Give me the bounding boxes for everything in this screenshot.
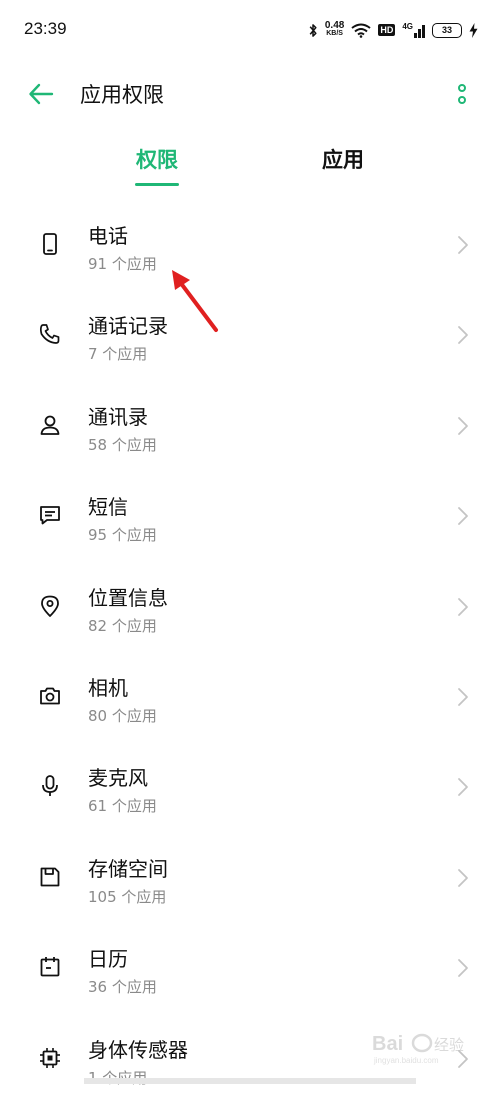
back-arrow-icon [29, 83, 54, 105]
status-bar: 23:39 0.48 KB/S HD 4G 33 [0, 0, 500, 62]
chevron-right-icon [458, 959, 468, 978]
permission-title: 通讯录 [88, 404, 148, 429]
permission-title: 日历 [88, 947, 128, 972]
baidu-watermark: Bai 经验 jingyan.baidu.com [372, 1033, 464, 1065]
hd-icon: HD [378, 24, 396, 36]
sms-icon [40, 506, 60, 525]
chevron-right-icon [458, 236, 468, 254]
permission-item-phone[interactable]: 电话 91 个应用 [0, 200, 500, 290]
phone-icon [43, 233, 57, 255]
tab-bar: 权限 应用 [0, 130, 500, 190]
permission-item-microphone[interactable]: 麦克风 61 个应用 [0, 742, 500, 832]
more-vertical-icon [458, 84, 466, 104]
bluetooth-icon [309, 23, 317, 37]
calendar-icon [40, 957, 60, 977]
permission-title: 相机 [88, 675, 128, 700]
call-log-icon [39, 324, 60, 345]
location-icon [41, 595, 59, 617]
wifi-icon [351, 23, 371, 38]
chevron-right-icon [458, 597, 468, 616]
page-title: 应用权限 [80, 83, 164, 107]
battery-level: 33 [441, 24, 452, 35]
permission-count: 58 个应用 [88, 435, 157, 454]
permission-title: 麦克风 [88, 766, 148, 791]
net-speed-value: 0.48 [324, 20, 345, 31]
svg-text:经验: 经验 [434, 1036, 464, 1054]
microphone-icon [42, 775, 58, 797]
permission-title: 电话 [88, 224, 128, 248]
signal-icon: 4G [402, 22, 425, 38]
status-time: 23:39 [24, 19, 67, 38]
net-speed: 0.48 KB/S [324, 20, 345, 38]
charging-icon [469, 22, 478, 38]
svg-text:jingyan.baidu.com: jingyan.baidu.com [373, 1056, 439, 1065]
permission-title: 通话记录 [88, 314, 168, 339]
home-indicator [84, 1078, 416, 1084]
permission-title: 位置信息 [88, 585, 168, 610]
permission-item-sms[interactable]: 短信 95 个应用 [0, 471, 500, 561]
contacts-icon [40, 415, 60, 435]
permission-item-storage[interactable]: 存储空间 105 个应用 [0, 833, 500, 923]
permission-count: 82 个应用 [88, 616, 157, 635]
status-icons: 0.48 KB/S HD 4G 33 [308, 20, 478, 40]
permission-item-calendar[interactable]: 日历 36 个应用 [0, 923, 500, 1013]
more-options-button[interactable] [448, 80, 476, 110]
chevron-right-icon [458, 326, 468, 345]
permission-item-contacts[interactable]: 通讯录 58 个应用 [0, 381, 500, 471]
permission-item-camera[interactable]: 相机 80 个应用 [0, 652, 500, 742]
tab-indicator [135, 183, 179, 186]
battery-icon: 33 [432, 22, 462, 38]
network-type: 4G [402, 22, 413, 31]
chevron-right-icon [458, 688, 468, 706]
chevron-right-icon [458, 507, 468, 526]
permission-title: 身体传感器 [88, 1037, 188, 1062]
svg-text:Bai: Bai [372, 1033, 403, 1055]
storage-icon [40, 867, 60, 887]
permission-title: 短信 [88, 495, 128, 520]
permission-count: 61 个应用 [88, 797, 157, 816]
net-speed-unit: KB/S [326, 30, 343, 37]
app-bar: 应用权限 [0, 62, 500, 126]
camera-icon [40, 687, 60, 705]
back-button[interactable] [26, 80, 58, 108]
tab-apps[interactable]: 应用 [322, 144, 364, 174]
chevron-right-icon [458, 868, 468, 887]
permission-count: 7 个应用 [88, 345, 148, 364]
permission-count: 105 个应用 [88, 887, 167, 906]
permission-count: 95 个应用 [88, 526, 157, 545]
tab-permissions[interactable]: 权限 [136, 144, 178, 174]
permission-count: 36 个应用 [88, 978, 157, 997]
body-sensor-icon [40, 1047, 60, 1068]
permission-title: 存储空间 [88, 856, 168, 881]
permission-count: 80 个应用 [88, 706, 157, 725]
permission-list: 电话 91 个应用 通话记录 7 个应用 通讯录 58 个应用 短信 95 个应… [0, 200, 500, 1104]
chevron-right-icon [458, 778, 468, 797]
permission-count: 91 个应用 [88, 255, 157, 273]
chevron-right-icon [458, 416, 468, 435]
permission-item-call-log[interactable]: 通话记录 7 个应用 [0, 290, 500, 380]
permission-item-location[interactable]: 位置信息 82 个应用 [0, 562, 500, 652]
